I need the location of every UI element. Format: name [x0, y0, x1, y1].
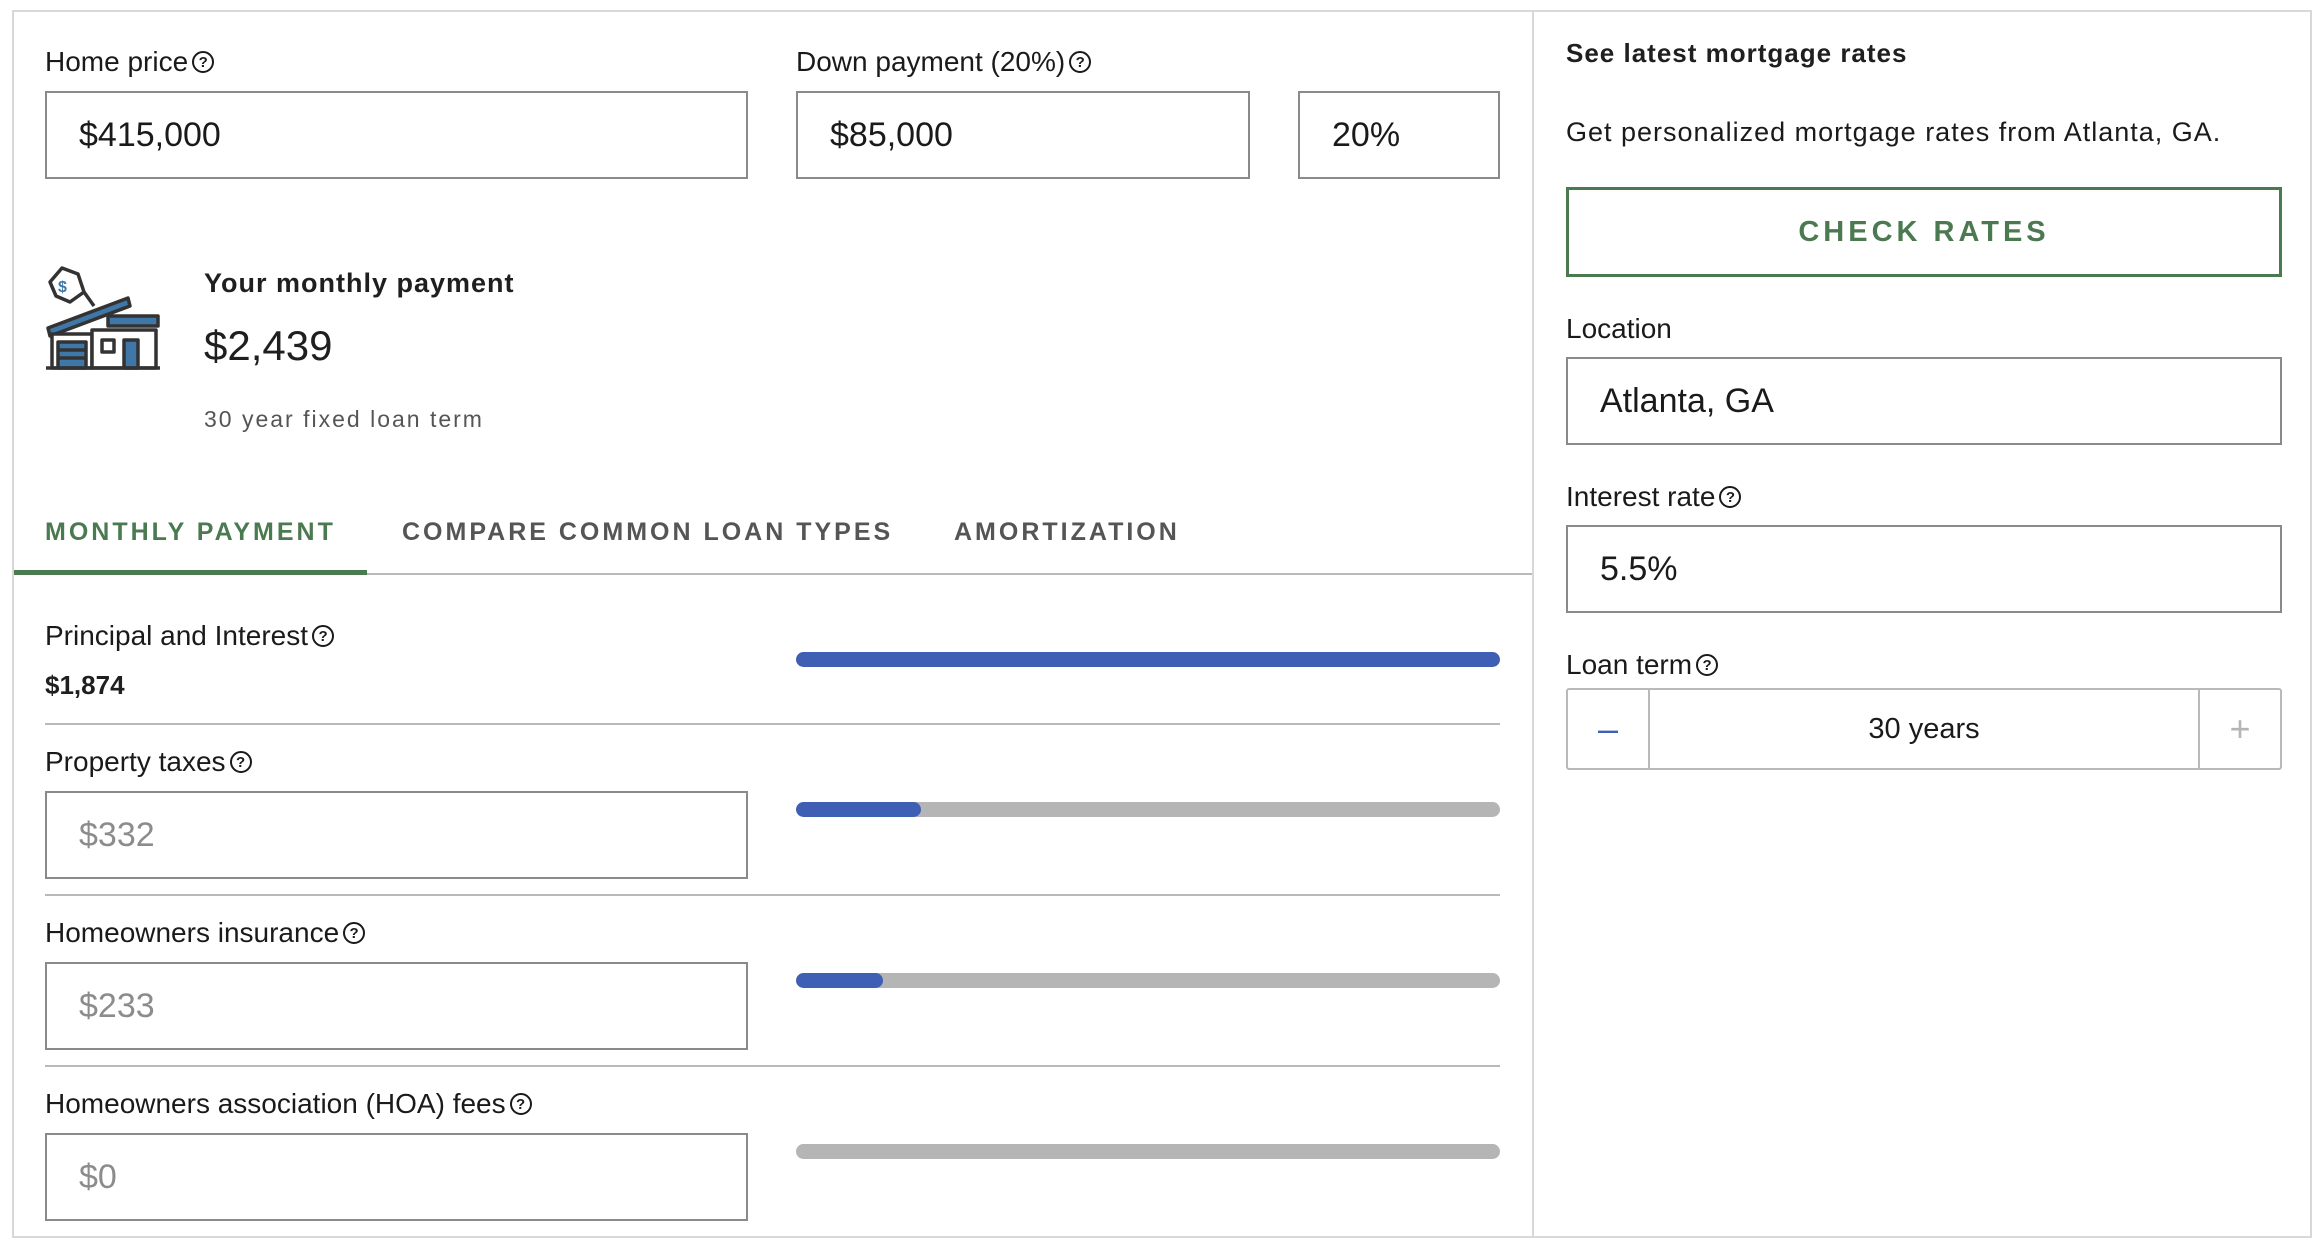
interest-rate-input[interactable]: 5.5% — [1566, 525, 2282, 613]
principal-interest-bar-fill — [796, 652, 1500, 667]
principal-interest-bar — [796, 652, 1500, 667]
principal-interest-value: $1,874 — [45, 670, 125, 700]
principal-interest-label: Principal and Interest ? — [45, 620, 335, 652]
monthly-payment-amount: $2,439 — [204, 322, 333, 369]
help-circle-icon[interactable]: ? — [343, 922, 366, 944]
hoa-fees-input[interactable]: $0 — [45, 1133, 748, 1221]
homeowners-insurance-bar — [796, 973, 1500, 988]
sidebar-title: See latest mortgage rates — [1566, 38, 1908, 68]
active-tab-indicator — [14, 570, 367, 575]
property-taxes-input[interactable]: $332 — [45, 791, 748, 879]
house-price-tag-icon: $ — [44, 262, 162, 372]
property-taxes-bar — [796, 802, 1500, 817]
help-circle-icon[interactable]: ? — [509, 1093, 532, 1115]
row-divider — [45, 723, 1500, 725]
help-circle-icon[interactable]: ? — [1696, 654, 1719, 676]
down-payment-input[interactable]: $85,000 — [796, 91, 1250, 179]
monthly-payment-title: Your monthly payment — [204, 268, 515, 298]
sidebar-subtitle: Get personalized mortgage rates from Atl… — [1566, 117, 2222, 147]
plus-icon[interactable]: + — [2198, 690, 2280, 768]
location-input[interactable]: Atlanta, GA — [1566, 357, 2282, 445]
help-circle-icon[interactable]: ? — [312, 625, 335, 647]
home-price-input[interactable]: $415,000 — [45, 91, 748, 179]
row-divider — [45, 1065, 1500, 1067]
tab-compare-loan-types[interactable]: COMPARE COMMON LOAN TYPES — [402, 518, 893, 547]
loan-term-stepper: – 30 years + — [1566, 688, 2282, 770]
loan-term-value[interactable]: 30 years — [1650, 690, 2198, 768]
property-taxes-bar-fill — [796, 802, 921, 817]
minus-icon[interactable]: – — [1568, 690, 1650, 768]
property-taxes-label: Property taxes ? — [45, 746, 252, 778]
row-divider — [45, 894, 1500, 896]
help-circle-icon[interactable]: ? — [1719, 486, 1742, 508]
tab-monthly-payment[interactable]: MONTHLY PAYMENT — [45, 518, 336, 547]
loan-term-note: 30 year fixed loan term — [204, 406, 484, 432]
hoa-fees-label: Homeowners association (HOA) fees ? — [45, 1088, 532, 1120]
check-rates-button[interactable]: CHECK RATES — [1566, 187, 2282, 277]
interest-rate-label: Interest rate ? — [1566, 481, 1742, 513]
svg-text:$: $ — [58, 279, 67, 296]
down-payment-label: Down payment (20%) ? — [796, 46, 1092, 78]
home-price-label: Home price ? — [45, 46, 215, 78]
homeowners-insurance-label: Homeowners insurance ? — [45, 917, 366, 949]
column-divider — [1532, 10, 1534, 1238]
location-label: Location — [1566, 313, 1672, 344]
help-circle-icon[interactable]: ? — [192, 51, 215, 73]
help-circle-icon[interactable]: ? — [1069, 51, 1092, 73]
tab-amortization[interactable]: AMORTIZATION — [954, 518, 1180, 547]
loan-term-label: Loan term ? — [1566, 649, 1719, 681]
help-circle-icon[interactable]: ? — [229, 751, 252, 773]
down-payment-percent-input[interactable]: 20% — [1298, 91, 1500, 179]
hoa-fees-bar — [796, 1144, 1500, 1159]
homeowners-insurance-bar-fill — [796, 973, 884, 988]
homeowners-insurance-input[interactable]: $233 — [45, 962, 748, 1050]
